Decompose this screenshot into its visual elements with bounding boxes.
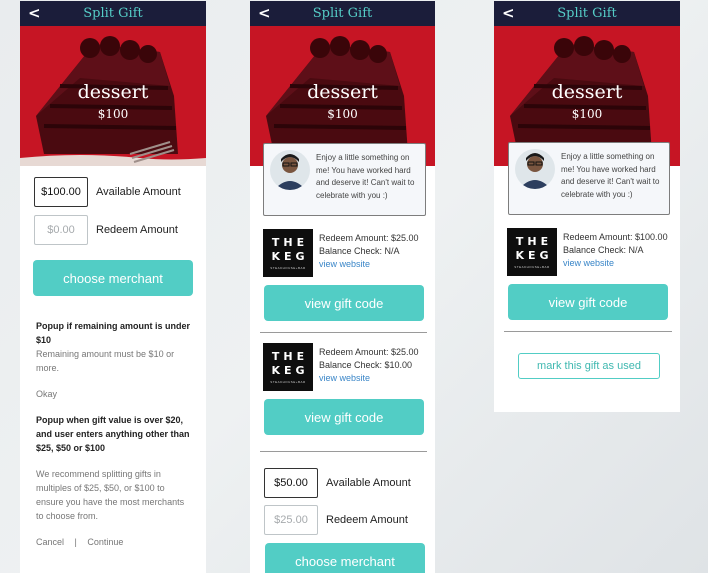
view-gift-code-button[interactable]: view gift code	[264, 399, 424, 435]
choose-merchant-button[interactable]: choose merchant	[265, 543, 425, 573]
avatar	[270, 150, 310, 190]
popup2-actions: Cancel | Continue	[36, 535, 194, 549]
top-bar: < Split Gift	[20, 1, 206, 26]
redeem-amount-text: Redeem Amount: $25.00	[319, 233, 419, 243]
available-amount-row: $100.00 Available Amount	[34, 177, 181, 207]
divider	[504, 331, 672, 332]
gift-value: $100	[327, 107, 358, 121]
page-title: Split Gift	[83, 6, 143, 21]
gift-message-card: Enjoy a little something on me! You have…	[508, 142, 670, 215]
keg-logo: THE KEG STEAKHOUSE+BAR	[507, 228, 557, 276]
merchant-item: THE KEG STEAKHOUSE+BAR Redeem Amount: $2…	[263, 229, 428, 281]
split-gift-screen-amount: < Split Gift dessert $100 $100.00 Availa…	[20, 1, 206, 573]
available-amount-row: $50.00 Available Amount	[264, 468, 411, 498]
split-gift-screen-single: < Split Gift dessert $100 Enjoy a little…	[494, 1, 680, 412]
page-title: Split Gift	[312, 6, 373, 21]
balance-check-text: Balance Check: N/A	[319, 246, 400, 256]
view-website-link[interactable]: view website	[319, 258, 419, 271]
available-amount-label: Available Amount	[326, 477, 411, 489]
mark-as-used-button[interactable]: mark this gift as used	[518, 353, 660, 379]
divider	[260, 451, 427, 452]
keg-logo: THE KEG STEAKHOUSE+BAR	[263, 229, 313, 277]
gift-name: dessert	[551, 81, 623, 103]
avatar	[515, 149, 555, 189]
back-arrow-icon[interactable]: <	[28, 2, 41, 24]
page-title: Split Gift	[557, 6, 617, 21]
redeem-amount-field[interactable]: $25.00	[264, 505, 318, 535]
split-gift-screen-merchants: < Split Gift dessert $100 Enjoy a little…	[250, 1, 435, 573]
cancel-link[interactable]: Cancel	[36, 537, 64, 547]
redeem-amount-field[interactable]: $0.00	[34, 215, 88, 245]
back-arrow-icon[interactable]: <	[258, 2, 271, 24]
gift-name: dessert	[77, 81, 149, 103]
popup1-title: Popup if remaining amount is under $10	[36, 321, 191, 345]
redeem-amount-label: Redeem Amount	[96, 224, 178, 236]
gift-value: $100	[571, 107, 603, 121]
redeem-amount-row: $0.00 Redeem Amount	[34, 215, 178, 245]
popup-notes: Popup if remaining amount is under $10 R…	[36, 319, 194, 549]
choose-merchant-button[interactable]: choose merchant	[33, 260, 193, 296]
top-bar: < Split Gift	[250, 1, 435, 26]
merchant-item: THE KEG STEAKHOUSE+BAR Redeem Amount: $1…	[507, 228, 672, 280]
merchant-details: Redeem Amount: $25.00 Balance Check: $10…	[319, 346, 419, 385]
gift-message: Enjoy a little something on me! You have…	[316, 153, 415, 200]
continue-link[interactable]: Continue	[87, 537, 123, 547]
merchant-details: Redeem Amount: $25.00 Balance Check: N/A…	[319, 232, 419, 271]
available-amount-label: Available Amount	[96, 186, 181, 198]
merchant-details: Redeem Amount: $100.00 Balance Check: N/…	[563, 231, 668, 270]
view-gift-code-button[interactable]: view gift code	[508, 284, 668, 320]
popup2-body: We recommend splitting gifts in multiple…	[36, 469, 185, 521]
okay-link[interactable]: Okay	[36, 387, 194, 401]
keg-logo: THE KEG STEAKHOUSE+BAR	[263, 343, 313, 391]
view-gift-code-button[interactable]: view gift code	[264, 285, 424, 321]
redeem-amount-text: Redeem Amount: $25.00	[319, 347, 419, 357]
back-arrow-icon[interactable]: <	[502, 2, 515, 24]
redeem-amount-text: Redeem Amount: $100.00	[563, 232, 668, 242]
available-amount-field[interactable]: $100.00	[34, 177, 88, 207]
gift-value: $100	[97, 107, 129, 121]
balance-check-text: Balance Check: $10.00	[319, 360, 413, 370]
popup1-body: Remaining amount must be $10 or more.	[36, 349, 175, 373]
merchant-item: THE KEG STEAKHOUSE+BAR Redeem Amount: $2…	[263, 343, 428, 395]
view-website-link[interactable]: view website	[563, 257, 668, 270]
popup2-title: Popup when gift value is over $20, and u…	[36, 415, 190, 453]
action-separator: |	[74, 537, 77, 547]
gift-name: dessert	[307, 81, 378, 103]
gift-message: Enjoy a little something on me! You have…	[561, 152, 660, 199]
redeem-amount-label: Redeem Amount	[326, 514, 408, 526]
view-website-link[interactable]: view website	[319, 372, 419, 385]
gift-message-card: Enjoy a little something on me! You have…	[263, 143, 426, 216]
balance-check-text: Balance Check: N/A	[563, 245, 644, 255]
redeem-amount-row: $25.00 Redeem Amount	[264, 505, 408, 535]
divider	[260, 332, 427, 333]
top-bar: < Split Gift	[494, 1, 680, 26]
gift-hero-image: dessert $100	[20, 26, 206, 166]
available-amount-field[interactable]: $50.00	[264, 468, 318, 498]
